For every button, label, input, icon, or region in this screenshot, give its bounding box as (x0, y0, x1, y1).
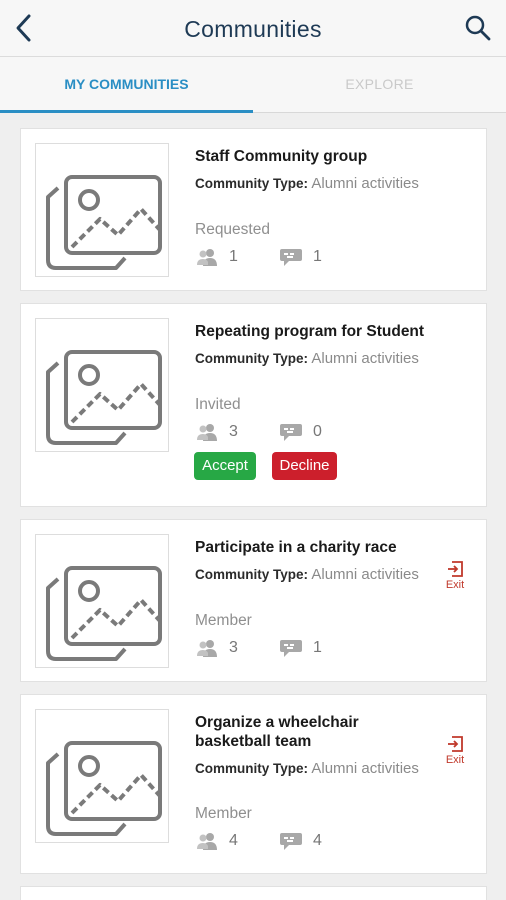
community-type-label: Community Type: (195, 351, 309, 366)
community-name: Repeating program for Student (195, 323, 425, 340)
chat-icon (280, 833, 302, 850)
chat-icon (280, 424, 302, 441)
exit-button[interactable]: Exit (439, 560, 471, 600)
community-image-placeholder (35, 709, 169, 843)
community-type: Community Type: Alumni activities (195, 350, 435, 368)
community-type-value: Alumni activities (311, 760, 419, 777)
community-type: Community Type: Alumni activities (195, 760, 435, 778)
message-count: 0 (279, 421, 322, 443)
member-count: 3 (195, 421, 238, 443)
exit-label: Exit (445, 579, 465, 591)
tab-explore[interactable]: EXPLORE (253, 57, 506, 113)
chat-icon (280, 640, 302, 657)
community-type-value: Alumni activities (311, 175, 419, 192)
chat-icon (280, 249, 302, 266)
decline-button[interactable]: Decline (272, 452, 337, 480)
community-card[interactable]: Staff Community group Community Type: Al… (20, 128, 487, 291)
message-count: 1 (279, 246, 322, 268)
people-icon (197, 424, 217, 441)
tab-label: MY COMMUNITIES (64, 76, 189, 92)
community-type-value: Alumni activities (311, 566, 419, 583)
community-type-label: Community Type: (195, 567, 309, 582)
community-type-label: Community Type: (195, 176, 309, 191)
community-type: Community Type: Alumni activities (195, 566, 435, 584)
membership-status: Member (195, 805, 252, 822)
community-name: Organize a wheelchair basketball team (195, 714, 359, 750)
message-count: 1 (279, 637, 322, 659)
image-placeholder-icon (46, 175, 162, 270)
exit-button[interactable]: Exit (439, 735, 471, 775)
member-count: 3 (195, 637, 238, 659)
community-name: Participate in a charity race (195, 539, 397, 556)
search-icon[interactable] (462, 12, 494, 44)
accept-button[interactable]: Accept (194, 452, 256, 480)
tab-my-communities[interactable]: MY COMMUNITIES (0, 57, 253, 113)
community-type-value: Alumni activities (311, 350, 419, 367)
message-count: 4 (279, 830, 322, 852)
member-count: 1 (195, 246, 238, 268)
membership-status: Invited (195, 396, 241, 413)
community-image-placeholder (35, 534, 169, 668)
community-card[interactable]: Organize a wheelchair basketball team Co… (20, 694, 487, 874)
exit-icon (448, 736, 463, 752)
community-card[interactable]: Participate in a charity race Community … (20, 519, 487, 682)
image-placeholder-icon (46, 350, 162, 445)
people-icon (197, 833, 217, 850)
people-icon (197, 640, 217, 657)
community-image-placeholder (35, 143, 169, 277)
community-type: Community Type: Alumni activities (195, 175, 435, 193)
membership-status: Member (195, 612, 252, 629)
community-type-label: Community Type: (195, 761, 309, 776)
membership-status: Requested (195, 221, 270, 238)
image-placeholder-icon (46, 566, 162, 661)
exit-label: Exit (445, 754, 465, 766)
app-header: Communities (0, 0, 506, 57)
people-icon (197, 249, 217, 266)
active-tab-indicator (0, 110, 253, 113)
member-count: 4 (195, 830, 238, 852)
community-image-placeholder (35, 318, 169, 452)
tab-label: EXPLORE (345, 76, 414, 92)
community-card[interactable] (20, 886, 487, 900)
exit-icon (448, 561, 463, 577)
tab-bar: MY COMMUNITIES EXPLORE (0, 57, 506, 113)
community-card[interactable]: Repeating program for Student Community … (20, 303, 487, 507)
image-placeholder-icon (46, 741, 162, 836)
community-name: Staff Community group (195, 148, 368, 165)
page-title: Communities (184, 16, 322, 42)
